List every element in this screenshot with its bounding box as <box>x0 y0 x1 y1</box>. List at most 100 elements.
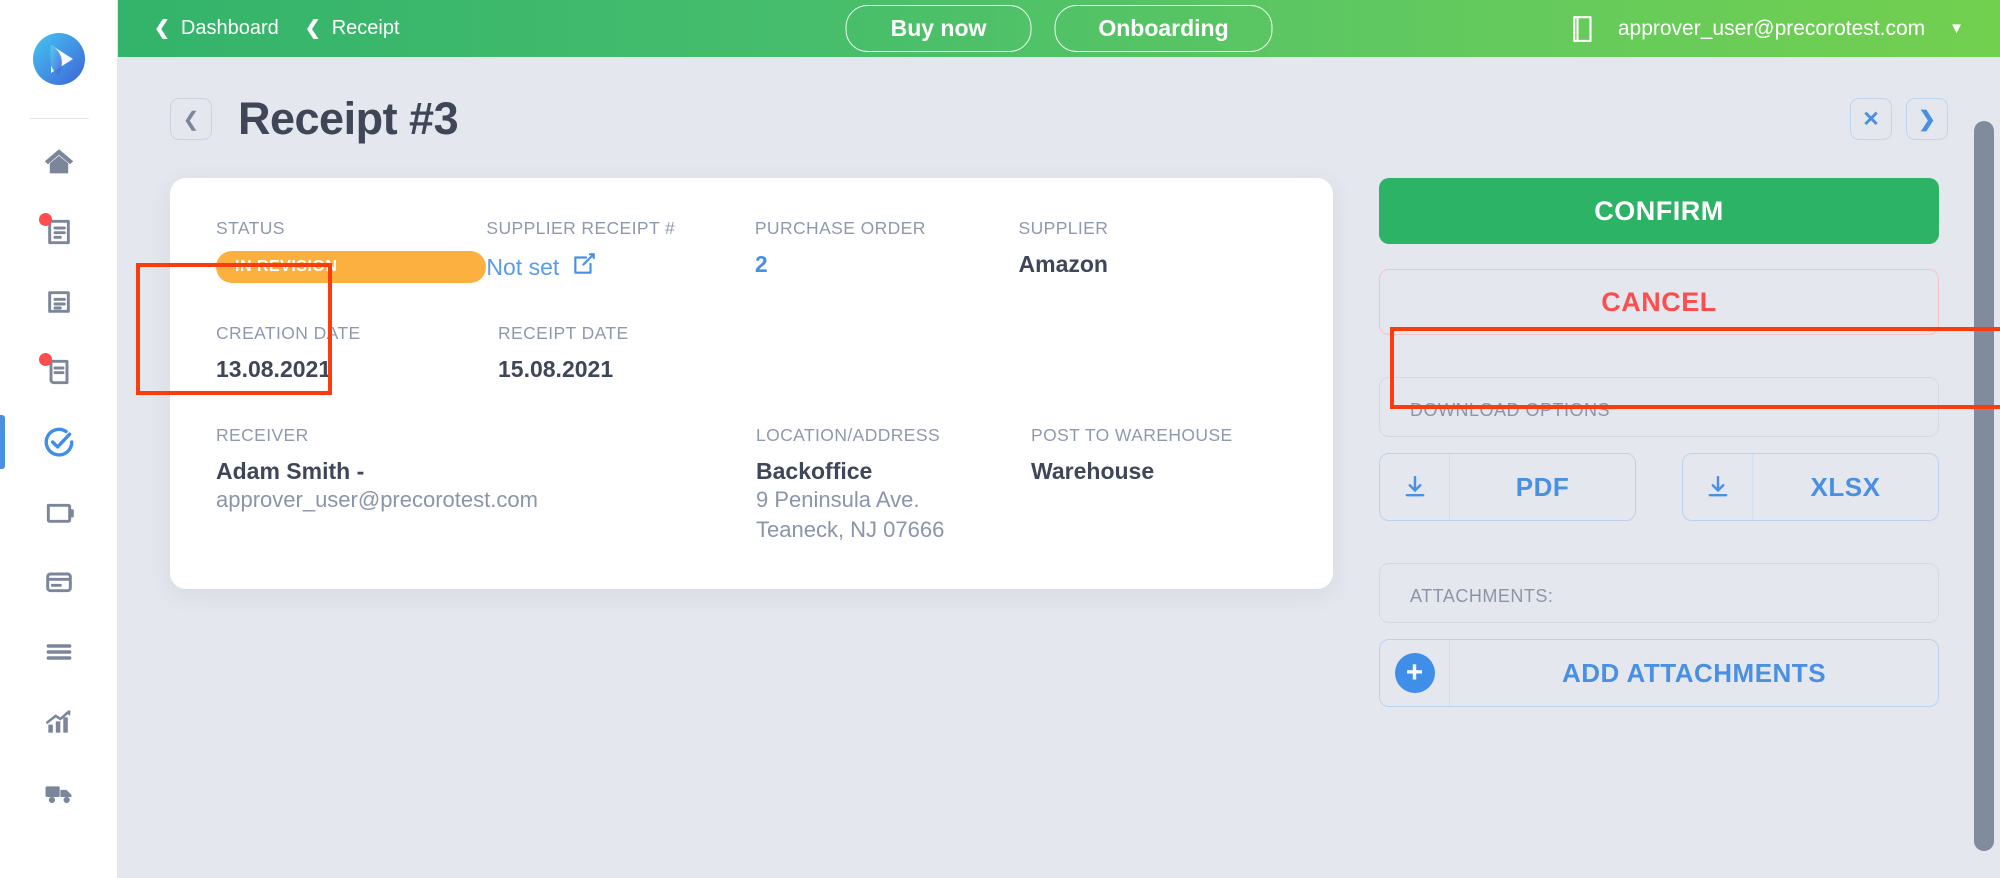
purchase-order-field: PURCHASE ORDER 2 <box>755 218 1019 283</box>
sidebar-item-payments[interactable] <box>0 547 117 617</box>
chevron-left-icon: ❮ <box>304 18 321 39</box>
sidebar-item-suppliers[interactable] <box>0 757 117 827</box>
sidebar-item-reports[interactable] <box>0 687 117 757</box>
chart-up-icon <box>38 701 80 743</box>
supplier-receipt-value: Not set <box>486 253 560 280</box>
close-button[interactable]: ✕ <box>1850 98 1892 140</box>
status-label: STATUS <box>216 218 285 238</box>
creation-date-field: CREATION DATE 13.08.2021 <box>216 323 498 383</box>
post-to-warehouse-field: POST TO WAREHOUSE Warehouse <box>1031 425 1233 545</box>
sidebar <box>0 0 118 878</box>
card-icon <box>38 561 80 603</box>
add-attachments-label: ADD ATTACHMENTS <box>1561 657 1827 688</box>
buy-now-button[interactable]: Buy now <box>845 5 1032 52</box>
top-header: ❮ Dashboard ❮ Receipt Buy now Onboarding <box>118 0 2000 57</box>
page-header: ❮ Receipt #3 ✕ ❯ <box>118 57 2000 145</box>
supplier-label: SUPPLIER <box>1018 218 1109 238</box>
logo-container[interactable] <box>0 0 117 118</box>
receiver-field: RECEIVER Adam Smith - approver_user@prec… <box>216 425 756 545</box>
location-line-1: 9 Peninsula Ave. <box>756 487 920 512</box>
sidebar-nav <box>0 119 117 827</box>
receipt-date-label: RECEIPT DATE <box>498 323 629 343</box>
onboarding-button[interactable]: Onboarding <box>1054 5 1273 52</box>
download-buttons-row: PDF XLSX <box>1379 453 1939 521</box>
document-lines-icon <box>38 211 80 253</box>
check-circle-icon <box>38 421 80 463</box>
precoro-logo-icon <box>32 33 85 85</box>
supplier-value: Amazon <box>1018 251 1108 277</box>
supplier-field: SUPPLIER Amazon <box>1019 218 1287 283</box>
header-user-area: approver_user@precorotest.com ▼ <box>1570 14 2000 44</box>
receipt-date-value: 15.08.2021 <box>498 356 614 382</box>
edit-square-icon[interactable] <box>571 251 597 283</box>
breadcrumb-receipt[interactable]: ❮ Receipt <box>305 17 400 40</box>
breadcrumb-receipt-label: Receipt <box>331 17 400 39</box>
download-icon <box>1683 454 1753 520</box>
creation-date-label: CREATION DATE <box>216 323 361 343</box>
header-cta-group: Buy now Onboarding <box>845 5 1273 52</box>
attachments-box: ATTACHMENTS: <box>1379 563 1939 623</box>
next-button[interactable]: ❯ <box>1906 98 1948 140</box>
location-field: LOCATION/ADDRESS Backoffice 9 Peninsula … <box>756 425 1031 545</box>
purchase-order-label: PURCHASE ORDER <box>754 218 926 238</box>
action-panel: CONFIRM CANCEL DOWNLOAD OPTIONS PDF XLSX… <box>1379 178 1939 707</box>
sidebar-item-invoices[interactable] <box>0 267 117 337</box>
main-column: ❮ Dashboard ❮ Receipt Buy now Onboarding <box>118 0 2000 878</box>
breadcrumb-dashboard-label: Dashboard <box>180 17 279 39</box>
attachments-title: ATTACHMENTS: <box>1410 586 1554 606</box>
download-xlsx-label: XLSX <box>1810 471 1881 502</box>
sidebar-item-requests[interactable] <box>0 337 117 407</box>
receipt-icon <box>38 351 80 393</box>
user-email-label: approver_user@precorotest.com <box>1617 16 1926 40</box>
body-row: STATUS IN REVISION SUPPLIER RECEIPT # No… <box>118 145 2000 707</box>
post-to-warehouse-value: Warehouse <box>1031 458 1155 484</box>
download-options-box: DOWNLOAD OPTIONS <box>1379 377 1939 437</box>
notification-dot <box>38 353 52 366</box>
plus-circle: + <box>1394 653 1435 693</box>
notification-dot <box>38 213 52 226</box>
download-options-title: DOWNLOAD OPTIONS <box>1410 400 1611 420</box>
supplier-receipt-label: SUPPLIER RECEIPT # <box>486 218 676 238</box>
download-icon <box>1380 454 1450 520</box>
chevron-down-icon[interactable]: ▼ <box>1949 20 1964 37</box>
back-button[interactable]: ❮ <box>170 98 212 140</box>
download-pdf-button[interactable]: PDF <box>1379 453 1636 521</box>
book-icon[interactable] <box>1570 14 1596 44</box>
post-to-warehouse-label: POST TO WAREHOUSE <box>1031 425 1233 445</box>
add-attachments-button[interactable]: + ADD ATTACHMENTS <box>1379 639 1939 707</box>
creation-date-value: 13.08.2021 <box>216 356 332 382</box>
download-xlsx-button[interactable]: XLSX <box>1682 453 1939 521</box>
receiver-label: RECEIVER <box>216 425 309 445</box>
card-row-2: CREATION DATE 13.08.2021 RECEIPT DATE 15… <box>216 323 1287 383</box>
card-row-1: STATUS IN REVISION SUPPLIER RECEIPT # No… <box>216 218 1287 283</box>
sidebar-item-catalog[interactable] <box>0 617 117 687</box>
scrollbar-thumb[interactable] <box>1974 121 1994 851</box>
home-icon <box>38 141 80 183</box>
app-root: ❮ Dashboard ❮ Receipt Buy now Onboarding <box>0 0 2000 878</box>
status-badge: IN REVISION <box>216 251 487 283</box>
purchase-order-value[interactable]: 2 <box>755 251 1019 278</box>
supplier-receipt-value-group[interactable]: Not set <box>486 251 754 283</box>
breadcrumb: ❮ Dashboard ❮ Receipt <box>154 17 400 40</box>
page-header-actions: ✕ ❯ <box>1850 98 1948 140</box>
page-title: Receipt #3 <box>238 93 459 144</box>
receipt-info-card: STATUS IN REVISION SUPPLIER RECEIPT # No… <box>170 178 1333 589</box>
location-label: LOCATION/ADDRESS <box>756 425 941 445</box>
sidebar-item-budgets[interactable] <box>0 477 117 547</box>
location-value: Backoffice <box>756 458 873 484</box>
truck-icon <box>38 771 80 813</box>
sidebar-item-home[interactable] <box>0 127 117 197</box>
sidebar-item-approvals[interactable] <box>0 407 117 477</box>
list-icon <box>38 631 80 673</box>
card-row-3: RECEIVER Adam Smith - approver_user@prec… <box>216 425 1287 545</box>
confirm-button[interactable]: CONFIRM <box>1379 178 1939 244</box>
status-field: STATUS IN REVISION <box>216 218 487 283</box>
receiver-value: Adam Smith - <box>216 458 365 484</box>
content-area: ❮ Receipt #3 ✕ ❯ STATUS IN REVISION SUPP… <box>118 57 2000 878</box>
plus-icon: + <box>1380 640 1450 706</box>
chevron-left-icon: ❮ <box>154 18 170 39</box>
sidebar-item-documents[interactable] <box>0 197 117 267</box>
cancel-button[interactable]: CANCEL <box>1379 269 1939 335</box>
breadcrumb-dashboard[interactable]: ❮ Dashboard <box>154 17 279 40</box>
location-line-2: Teaneck, NJ 07666 <box>756 516 945 542</box>
